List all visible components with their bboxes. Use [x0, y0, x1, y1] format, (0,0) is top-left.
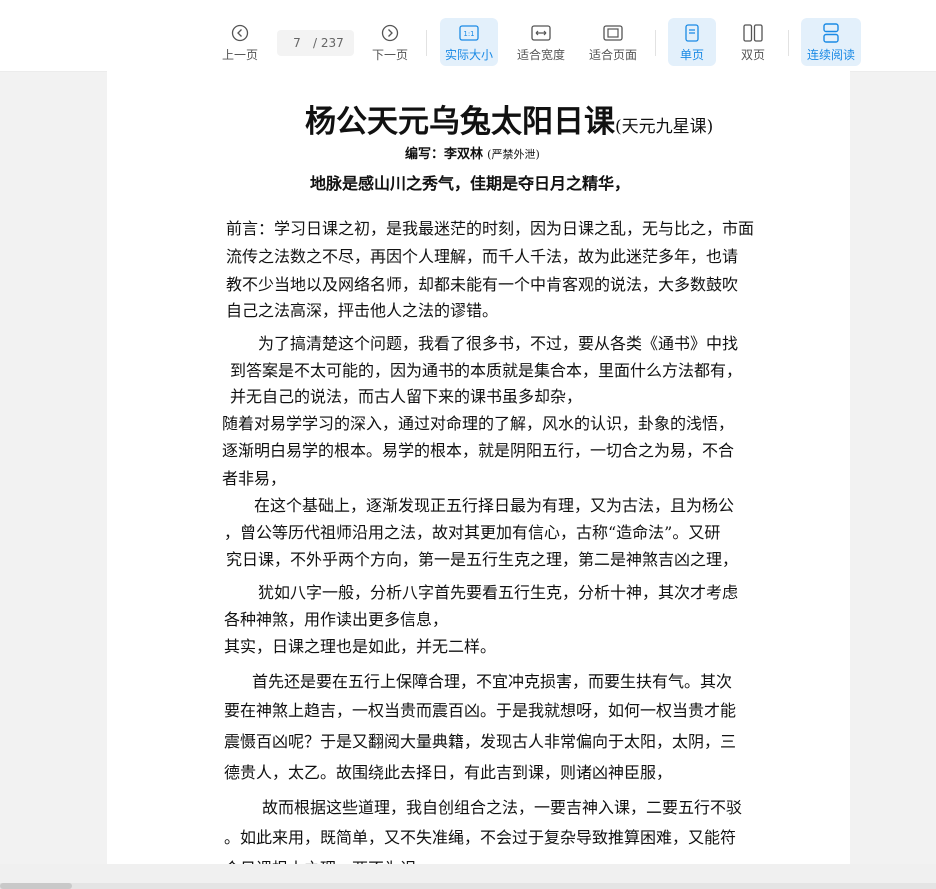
- double-page-icon: [743, 22, 763, 44]
- total-pages: / 237: [313, 36, 344, 50]
- doc-text-line: 究日课，不外乎两个方向，第一是五行生克之理，第二是神煞吉凶之理，: [226, 550, 739, 569]
- continuous-read-icon: [822, 22, 840, 44]
- toolbar-divider: [426, 30, 427, 56]
- single-page-icon: [684, 22, 700, 44]
- prev-page-button[interactable]: 上一页: [219, 18, 261, 66]
- scrollbar-track[interactable]: [0, 883, 936, 889]
- fit-page-icon: [603, 22, 623, 44]
- document-page: 杨公天元乌兔太阳日课(天元九星课) 编写：李双林 (严禁外泄) 地脉是感山川之秀…: [107, 71, 850, 864]
- chevron-right-icon: [381, 22, 399, 44]
- doc-text-line: 随着对易学学习的深入，通过对命理的了解，风水的认识，卦象的浅悟，: [222, 414, 735, 433]
- doc-text-line: 到答案是不太可能的，因为通书的本质就是集合本，里面什么方法都有，: [230, 361, 743, 380]
- actual-size-icon: 1:1: [459, 22, 479, 44]
- doc-text-line: 合日课根本之理，两不为误。: [224, 855, 432, 864]
- doc-title: 杨公天元乌兔太阳日课(天元九星课): [305, 96, 713, 141]
- doc-text-line: 者非易，: [222, 469, 287, 488]
- continuous-read-button[interactable]: 连续阅读: [801, 18, 861, 66]
- fit-width-button[interactable]: 适合宽度: [512, 18, 570, 66]
- actual-size-button[interactable]: 1:1 实际大小: [440, 18, 498, 66]
- doc-text-line: 逐渐明白易学的根本。易学的根本，就是阴阳五行，一切合之为易，不合: [222, 441, 735, 460]
- actual-size-icon-text: 1:1: [463, 30, 474, 38]
- doc-text-line: 震慑百凶呢？于是又翻阅大量典籍，发现古人非常偏向于太阳，太阴，三: [224, 732, 737, 751]
- doc-text-line: 自己之法高深，抨击他人之法的谬错。: [226, 301, 499, 320]
- doc-text-line: 德贵人，太乙。故围绕此去择日，有此吉到课，则诸凶神臣服，: [224, 763, 673, 782]
- toolbar-divider: [655, 30, 656, 56]
- page-indicator: / 237: [277, 30, 354, 56]
- doc-text-line: 教不少当地以及网络名师，却都未能有一个中肯客观的说法，大多数鼓吹: [226, 275, 739, 294]
- fit-width-icon: [531, 22, 551, 44]
- viewer-toolbar: 上一页 / 237 下一页 1:1 实际大小 适合宽度 适合页面 单页: [0, 0, 936, 72]
- doc-text-line: 要在神煞上趋吉，一权当贵而震百凶。于是我就想呀，如何一权当贵才能: [224, 701, 737, 720]
- fit-page-label: 适合页面: [588, 48, 637, 62]
- page-number-input[interactable]: [277, 36, 317, 50]
- fit-width-label: 适合宽度: [516, 48, 565, 62]
- doc-text-line: 其实，日课之理也是如此，并无二样。: [224, 637, 497, 656]
- doc-motto: 地脉是感山川之秀气，佳期是夺日月之精华，: [310, 174, 631, 193]
- prev-page-label: 上一页: [221, 48, 258, 62]
- doc-text-line: 前言：学习日课之初，是我最迷茫的时刻，因为日课之乱，无与比之，市面: [226, 219, 755, 238]
- actual-size-label: 实际大小: [444, 48, 493, 62]
- doc-text-line: 。如此来用，既简单，又不失准绳，不会过于复杂导致推算困难，又能符: [224, 828, 737, 847]
- continuous-read-label: 连续阅读: [806, 48, 855, 62]
- chevron-left-icon: [231, 22, 249, 44]
- next-page-button[interactable]: 下一页: [369, 18, 411, 66]
- author-name: 李双林: [444, 147, 484, 162]
- next-page-label: 下一页: [371, 48, 408, 62]
- doc-author: 编写：李双林 (严禁外泄): [405, 143, 540, 162]
- single-page-button[interactable]: 单页: [668, 18, 716, 66]
- doc-text-line: 首先还是要在五行上保障合理，不宜冲克损害，而要生扶有气。其次: [252, 672, 733, 691]
- doc-title-sub: (天元九星课): [615, 117, 714, 137]
- doc-text-line: 流传之法数之不尽，再因个人理解，而千人千法，故为此迷茫多年，也请: [226, 247, 739, 266]
- fit-page-button[interactable]: 适合页面: [584, 18, 642, 66]
- scrollbar-thumb[interactable]: [0, 883, 72, 889]
- doc-title-main: 杨公天元乌兔太阳日课: [305, 104, 615, 140]
- doc-text-line: 犹如八字一般，分析八字首先要看五行生克，分析十神，其次才考虑: [258, 583, 739, 602]
- double-page-label: 双页: [740, 48, 765, 62]
- doc-text-line: 各种神煞，用作读出更多信息，: [224, 610, 449, 629]
- single-page-label: 单页: [679, 48, 704, 62]
- doc-text-line: ，曾公等历代祖师沿用之法，故对其更加有信心，古称“造命法”。又研: [224, 523, 721, 542]
- author-note: (严禁外泄): [487, 148, 540, 161]
- doc-text-line: 在这个基础上，逐渐发现正五行择日最为有理，又为古法，且为杨公: [254, 496, 735, 515]
- horizontal-scrollbar[interactable]: [0, 864, 936, 889]
- doc-text-line: 为了搞清楚这个问题，我看了很多书，不过，要从各类《通书》中找: [258, 334, 739, 353]
- author-prefix: 编写：: [405, 147, 445, 162]
- doc-text-line: 并无自己的说法，而古人留下来的课书虽多却杂，: [230, 387, 583, 406]
- toolbar-divider: [788, 30, 789, 56]
- doc-text-line: 故而根据这些道理，我自创组合之法，一要吉神入课，二要五行不驳: [262, 798, 743, 817]
- double-page-button[interactable]: 双页: [729, 18, 777, 66]
